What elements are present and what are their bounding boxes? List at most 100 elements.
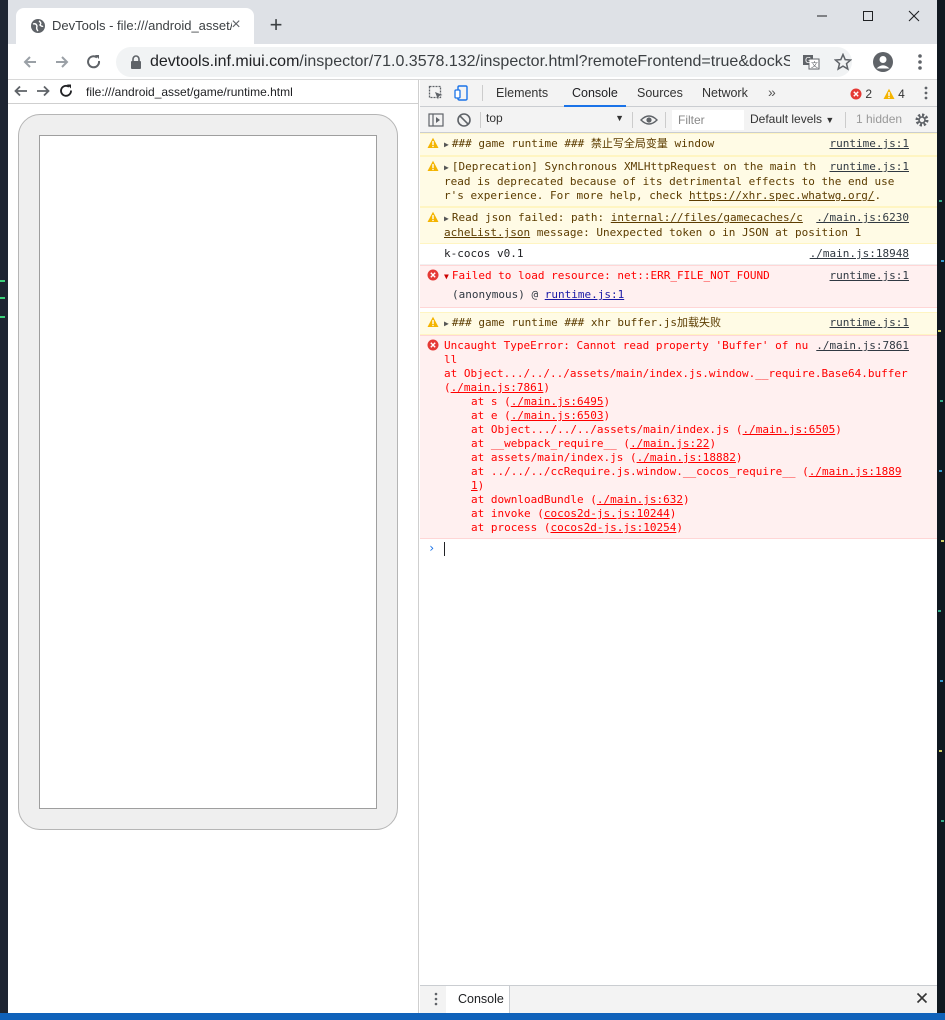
tab-close-icon[interactable]: × <box>228 17 244 34</box>
stack-line: at process (cocos2d-js.js:10254) <box>471 521 683 534</box>
stack-frame-link[interactable]: cocos2d-js.js:10244 <box>544 507 670 520</box>
desktop-text-fragment <box>0 280 5 282</box>
devtools-tab-bar: Elements Console Sources Network » 2 4 <box>420 80 937 107</box>
more-tabs-icon[interactable]: » <box>768 84 776 100</box>
live-expression-eye-icon[interactable] <box>640 112 658 128</box>
device-toolbar-icon[interactable] <box>454 85 470 101</box>
device-screen[interactable] <box>39 135 377 809</box>
minimize-icon <box>817 15 827 17</box>
stack-line: at invoke (cocos2d-js.js:10244) <box>471 507 677 520</box>
toolbar-separator <box>665 112 666 128</box>
minimize-button[interactable] <box>799 0 845 32</box>
new-tab-button[interactable]: + <box>264 14 288 38</box>
expand-triangle-icon[interactable]: ▶ <box>444 138 449 152</box>
profile-avatar-icon[interactable] <box>872 51 894 73</box>
warning-icon <box>427 211 439 223</box>
stack-frame-link[interactable]: ./main.js:632 <box>597 493 683 506</box>
taskbar <box>0 1013 945 1020</box>
stack-frame-link[interactable]: ./main.js:18882 <box>637 451 736 464</box>
device-url[interactable]: file:///android_asset/game/runtime.html <box>86 85 293 99</box>
console-error-message[interactable]: runtime.js:1 ▼ Failed to load resource: n… <box>420 265 937 308</box>
bookmark-star-icon[interactable] <box>834 53 852 71</box>
lock-icon[interactable] <box>130 55 142 69</box>
issue-counts[interactable]: 2 4 <box>850 86 905 101</box>
message-source-link[interactable]: ./main.js:6230 <box>816 211 909 225</box>
expand-triangle-icon[interactable]: ▶ <box>444 212 449 226</box>
reload-button[interactable] <box>84 52 104 72</box>
message-text: Read json failed: path: <box>451 211 611 224</box>
context-selector[interactable]: top ▼ <box>486 111 624 129</box>
expand-triangle-icon[interactable]: ▶ <box>444 317 449 331</box>
forward-arrow-icon <box>56 56 69 68</box>
drawer-menu-icon[interactable] <box>434 992 438 1006</box>
stack-frame-link[interactable]: ./main.js:6495 <box>511 395 604 408</box>
clear-console-icon[interactable] <box>456 112 472 128</box>
tab-elements[interactable]: Elements <box>496 80 548 107</box>
stack-frame-link[interactable]: ./main.js:6503 <box>511 409 604 422</box>
desktop-text-fragment <box>0 297 5 299</box>
maximize-button[interactable] <box>845 0 891 32</box>
toolbar-separator <box>632 112 633 128</box>
close-icon <box>908 10 920 22</box>
device-back-icon[interactable] <box>13 83 29 99</box>
message-source-link[interactable]: ./main.js:18948 <box>810 247 909 261</box>
message-source-link[interactable]: runtime.js:1 <box>829 160 909 174</box>
console-error-message[interactable]: ./main.js:7861 Uncaught TypeError: Canno… <box>420 335 937 539</box>
chrome-menu-icon[interactable] <box>910 52 930 72</box>
devtools-menu-icon[interactable] <box>923 85 929 101</box>
message-text: ### game runtime ### 禁止写全局变量 window <box>451 137 715 150</box>
device-reload-icon[interactable] <box>58 83 74 99</box>
show-sidebar-icon[interactable] <box>428 112 444 128</box>
warning-icon <box>427 137 439 149</box>
tab-console[interactable]: Console <box>564 80 626 107</box>
stack-frame-link[interactable]: ./main.js:6505 <box>743 423 836 436</box>
stack-frame-link[interactable]: ./main.js:22 <box>630 437 709 450</box>
inspect-element-icon[interactable] <box>428 85 444 101</box>
message-text: Uncaught TypeError: Cannot read property… <box>444 339 809 366</box>
stack-frame-link[interactable]: cocos2d-js.js:10254 <box>550 521 676 534</box>
message-source-link[interactable]: runtime.js:1 <box>829 137 909 151</box>
collapse-triangle-icon[interactable]: ▼ <box>444 270 449 284</box>
tab-devtools[interactable]: DevTools - file:///android_asset/game/ru… <box>16 8 254 44</box>
stack-trace: at Object.../../../assets/main/index.js.… <box>444 367 909 535</box>
message-source-link[interactable]: ./main.js:7861 <box>816 339 909 353</box>
tab-network[interactable]: Network <box>702 80 748 107</box>
stack-line: at s (./main.js:6495) <box>471 395 611 408</box>
close-drawer-icon[interactable] <box>916 992 928 1004</box>
console-warning-message[interactable]: ./main.js:6230 ▶ Read json failed: path: … <box>420 207 937 244</box>
console-warning-message[interactable]: runtime.js:1 ▶ [Deprecation] Synchronous … <box>420 156 937 207</box>
stack-line: at downloadBundle (./main.js:632) <box>471 493 690 506</box>
message-source-link[interactable]: runtime.js:1 <box>829 316 909 330</box>
toolbar-separator <box>480 112 481 128</box>
gear-icon[interactable] <box>914 112 930 128</box>
expand-triangle-icon[interactable]: ▶ <box>444 161 449 175</box>
forward-button[interactable] <box>52 52 72 72</box>
back-button[interactable] <box>20 52 40 72</box>
message-link[interactable]: https://xhr.spec.whatwg.org/ <box>689 189 874 202</box>
message-source-link[interactable]: runtime.js:1 <box>829 269 909 283</box>
drawer-tab-console[interactable]: Console <box>446 986 510 1013</box>
close-window-button[interactable] <box>891 0 937 32</box>
address-bar[interactable]: devtools.inf.miui.com/inspector/71.0.357… <box>116 47 852 77</box>
tab-separator <box>482 85 483 101</box>
stack-frame-link[interactable]: runtime.js:1 <box>545 288 624 301</box>
filter-input[interactable]: Filter <box>672 110 744 130</box>
hidden-count: 1 hidden <box>856 112 903 126</box>
console-log-message[interactable]: ./main.js:18948 k-cocos v0.1 <box>420 244 937 265</box>
message-text: k-cocos v0.1 <box>444 247 524 260</box>
tab-sources[interactable]: Sources <box>637 80 683 107</box>
console-messages: runtime.js:1 ▶ ### game runtime ### 禁止写全局… <box>420 133 937 983</box>
stack-frame-link[interactable]: ./main.js:7861 <box>451 381 544 394</box>
console-prompt[interactable]: › <box>420 539 937 559</box>
stack-line: at Object.../../../assets/main/index.js … <box>471 423 842 436</box>
device-forward-icon[interactable] <box>35 83 51 99</box>
console-warning-message[interactable]: runtime.js:1 ▶ ### game runtime ### 禁止写全局… <box>420 133 937 156</box>
desktop-background-left <box>0 0 8 1020</box>
console-warning-message[interactable]: runtime.js:1 ▶ ### game runtime ### xhr b… <box>420 312 937 335</box>
log-levels-dropdown[interactable]: Default levels ▼ <box>750 112 834 126</box>
message-text: Failed to load resource: net::ERR_FILE_N… <box>451 269 770 282</box>
translate-icon[interactable]: G文 <box>802 53 820 71</box>
globe-icon <box>30 18 46 34</box>
stack-frame: (anonymous) @ runtime.js:1 <box>452 288 625 301</box>
device-navigation-bar: file:///android_asset/game/runtime.html <box>8 80 419 104</box>
